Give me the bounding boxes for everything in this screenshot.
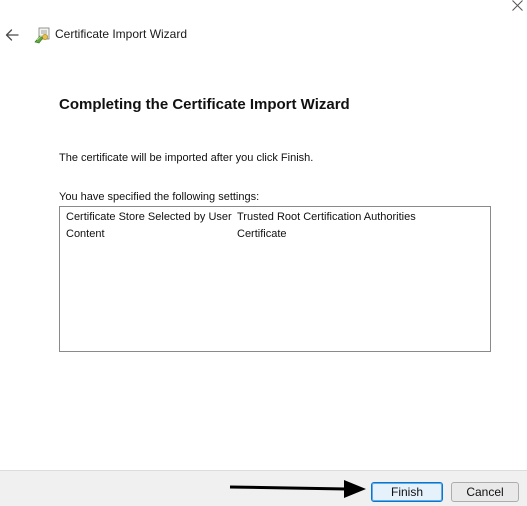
setting-key: Content [66,228,105,240]
info-text: The certificate will be imported after y… [59,152,314,164]
back-button[interactable] [3,26,21,44]
settings-list[interactable]: Certificate Store Selected by User Trust… [59,206,491,352]
back-arrow-icon [5,29,19,41]
settings-label: You have specified the following setting… [59,191,260,203]
close-button[interactable] [507,0,527,14]
certificate-import-wizard-window: Certificate Import Wizard Completing the… [0,0,527,506]
cancel-button[interactable]: Cancel [451,482,519,502]
setting-key: Certificate Store Selected by User [66,211,232,223]
setting-value: Certificate [237,228,287,240]
wizard-header: Certificate Import Wizard [0,22,400,48]
close-icon [511,0,523,11]
footer-bar: Finish Cancel [0,470,527,506]
setting-value: Trusted Root Certification Authorities [237,211,416,223]
finish-button[interactable]: Finish [371,482,443,502]
wizard-title: Certificate Import Wizard [55,27,188,41]
certificate-wizard-icon [34,26,50,44]
page-heading: Completing the Certificate Import Wizard [59,96,350,113]
